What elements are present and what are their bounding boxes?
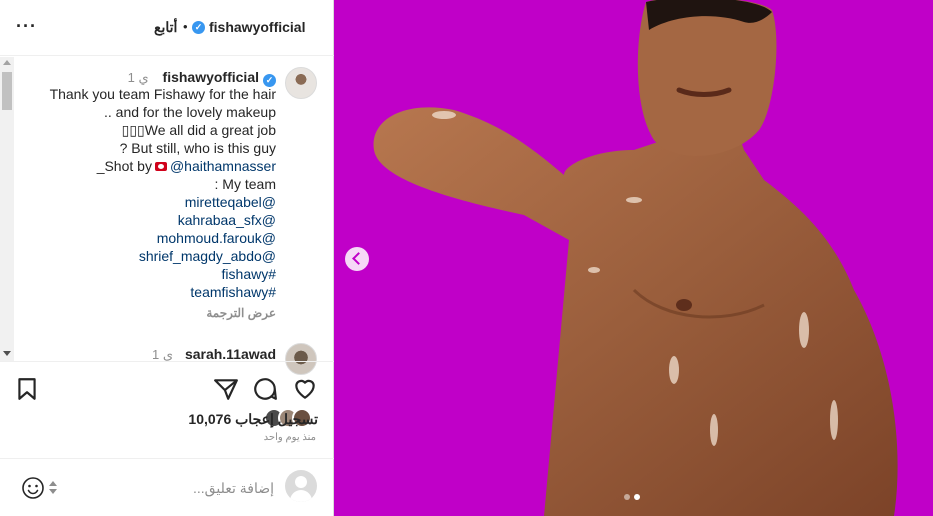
spinner-down-icon[interactable] bbox=[49, 489, 57, 494]
header-username[interactable]: fishawyofficial bbox=[209, 19, 305, 35]
scroll-down-arrow-icon[interactable] bbox=[3, 351, 11, 356]
current-user-avatar bbox=[285, 470, 317, 502]
likes-label: تسجيل إعجاب bbox=[235, 411, 318, 427]
verified-icon: ✓ bbox=[192, 21, 205, 34]
comment-icon[interactable] bbox=[252, 376, 278, 402]
caption-avatar[interactable] bbox=[285, 67, 317, 99]
caption-line: : My team bbox=[214, 176, 276, 192]
share-icon[interactable] bbox=[213, 376, 239, 402]
carousel-indicator bbox=[624, 494, 644, 500]
scroll-up-arrow-icon[interactable] bbox=[3, 60, 11, 65]
comments-scrollbar[interactable] bbox=[0, 57, 14, 361]
hashtag-link[interactable]: teamfishawy# bbox=[16, 283, 276, 301]
post-side-panel: ··· أتابع • ✓ fishawyofficial 1 ي fishaw… bbox=[0, 0, 334, 516]
carousel-dot-active bbox=[634, 494, 640, 500]
tag-link[interactable]: kahrabaa_sfx@ bbox=[16, 211, 276, 229]
post-photo bbox=[373, 0, 898, 516]
tag-link[interactable]: shrief_magdy_abdo@ bbox=[16, 247, 276, 265]
caption-line: ? But still, who is this guy bbox=[119, 140, 276, 156]
separator-dot: • bbox=[183, 19, 188, 34]
caption-line-text: We all did a great job bbox=[144, 122, 276, 138]
camera-icon bbox=[154, 162, 167, 171]
comment-time[interactable]: 1 ي bbox=[152, 347, 173, 362]
caption-username[interactable]: fishawyofficial bbox=[163, 69, 259, 85]
more-options-icon[interactable]: ··· bbox=[16, 16, 37, 37]
tag-link[interactable]: miretteqabel@ bbox=[16, 193, 276, 211]
bookmark-icon[interactable] bbox=[14, 376, 40, 402]
post-actions: 10,076 تسجيل إعجاب منذ يوم واحد bbox=[0, 361, 334, 451]
emoji-icon[interactable] bbox=[21, 476, 45, 500]
carousel-dot bbox=[624, 494, 630, 500]
scroll-thumb[interactable] bbox=[2, 72, 12, 110]
caption-line: .. and for the lovely makeup bbox=[104, 104, 276, 120]
shot-by-label: _Shot by bbox=[96, 158, 152, 174]
tag-link[interactable]: mohmoud.farouk@ bbox=[16, 229, 276, 247]
likes-number: 10,076 bbox=[188, 411, 232, 427]
emoji-placeholder: ▯▯▯ bbox=[121, 122, 145, 138]
follow-button[interactable]: أتابع bbox=[154, 19, 177, 36]
spinner-up-icon[interactable] bbox=[49, 481, 57, 486]
caption-line: _Shot by @haithamnasser bbox=[16, 157, 276, 175]
likes-count[interactable]: 10,076 تسجيل إعجاب bbox=[188, 411, 318, 428]
hashtag-link[interactable]: fishawy# bbox=[16, 265, 276, 283]
caption-line: Thank you team Fishawy for the hair bbox=[49, 86, 276, 102]
caption-time[interactable]: 1 ي bbox=[128, 70, 149, 85]
caption-text: Thank you team Fishawy for the hair .. a… bbox=[16, 85, 276, 301]
add-comment-bar bbox=[0, 458, 334, 516]
caption-line: ▯▯▯We all did a great job bbox=[16, 121, 276, 139]
comment-username[interactable]: sarah.11awad bbox=[185, 346, 276, 362]
post-header: ··· أتابع • ✓ fishawyofficial bbox=[0, 0, 334, 56]
post-date[interactable]: منذ يوم واحد bbox=[264, 432, 316, 443]
see-translation-button[interactable]: عرض الترجمة bbox=[206, 306, 276, 320]
emoji-spinner[interactable] bbox=[48, 479, 58, 497]
shot-by-link[interactable]: @haithamnasser bbox=[170, 158, 276, 174]
add-comment-input[interactable] bbox=[64, 475, 274, 501]
heart-icon[interactable] bbox=[292, 376, 318, 402]
carousel-previous-button[interactable] bbox=[345, 247, 369, 271]
post-media[interactable] bbox=[334, 0, 933, 516]
